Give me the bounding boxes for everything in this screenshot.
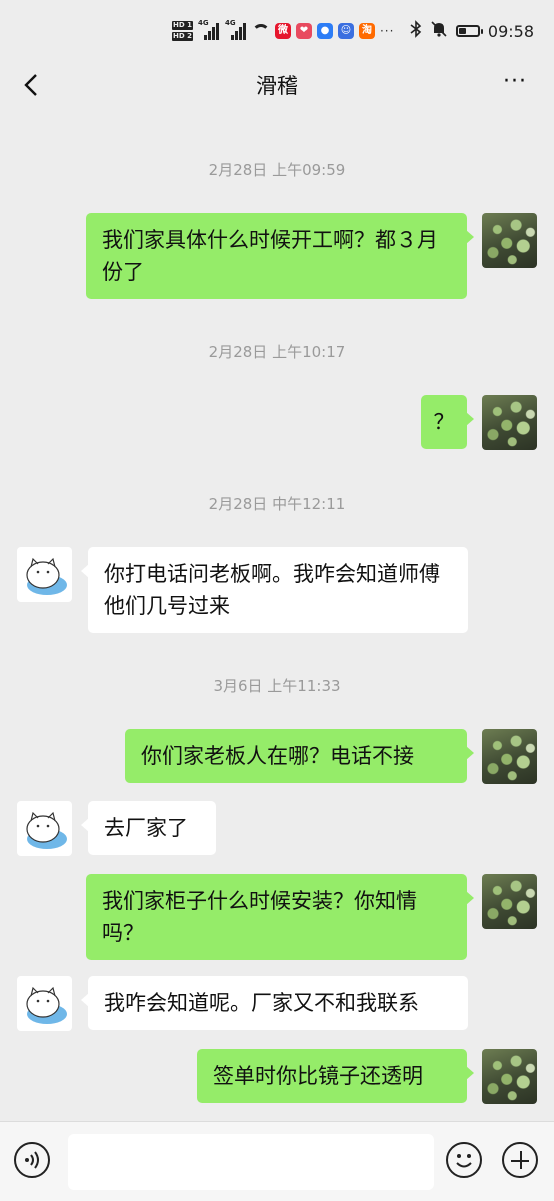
message-bubble[interactable]: 你们家老板人在哪？电话不接 [125,729,474,783]
status-bar: HD 1 HD 2 4G 4G 微 ❤ ● ☺ 淘 ··· 09:58 [0,0,554,60]
friend-avatar[interactable] [17,976,72,1031]
app-icon: ❤ [295,23,312,39]
my-avatar[interactable] [482,213,537,268]
my-avatar[interactable] [482,1049,537,1104]
bluetooth-icon [410,20,422,42]
chat-title: 滑稽 [256,74,298,98]
more-options-button[interactable]: ··· [500,71,530,96]
friend-avatar[interactable] [17,547,72,602]
voice-input-button[interactable] [14,1142,50,1178]
status-time: 09:58 [487,21,534,41]
timestamp: 3月6日 上午11:33 [213,677,341,695]
message-input[interactable] [68,1134,434,1190]
battery-icon [455,25,483,37]
status-left-icons: HD 1 HD 2 4G 4G 微 ❤ ● ☺ 淘 ··· [172,16,394,46]
timestamp: 2月28日 上午10:17 [208,343,346,361]
message-bubble[interactable]: 你打电话问老板啊。我咋会知道师傅他们几号过来 [81,547,468,633]
cat-avatar-icon [26,557,67,595]
cat-avatar-icon [26,986,67,1024]
hd1-label: HD 1 [172,21,193,30]
smiley-icon [456,1154,472,1168]
timestamp: 2月28日 上午09:59 [208,161,346,179]
mute-icon [430,20,448,42]
timestamp: 2月28日 中午12:11 [208,495,346,513]
chat-header: 滑稽 ··· [0,60,554,110]
message-bubble[interactable]: 我们家柜子什么时候安装？你知情吗？ [86,874,474,960]
friend-avatar[interactable] [17,801,72,856]
my-avatar[interactable] [482,395,537,450]
input-bar [0,1121,554,1201]
message-bubble[interactable]: 我咋会知道呢。厂家又不和我联系 [81,976,468,1030]
cat-avatar-icon [26,811,67,849]
wifi-icon [251,24,270,38]
network-1-label: 4G [197,19,209,27]
message-bubble[interactable]: 签单时你比镜子还透明 [197,1049,474,1103]
hd2-label: HD 2 [172,32,193,41]
signal-2-icon: 4G [224,19,247,40]
emoji-button[interactable] [446,1142,482,1178]
message-bubble[interactable]: 去厂家了 [81,801,216,855]
qq-icon: ● [316,23,333,39]
status-right-icons: 09:58 [410,18,534,44]
my-avatar[interactable] [482,729,537,784]
voice-icon [25,1151,39,1169]
hd-indicator: HD 1 HD 2 [172,20,193,42]
chat-app-icon: ☺ [337,23,354,39]
message-bubble[interactable]: ？ [421,395,474,449]
taobao-icon: 淘 [358,23,375,39]
network-2-label: 4G [224,19,236,27]
signal-1-icon: 4G [197,19,220,40]
more-functions-button[interactable] [502,1142,538,1178]
more-notifications: ··· [379,24,395,38]
message-bubble[interactable]: 我们家具体什么时候开工啊？都３月份了 [86,213,474,299]
weibo-icon: 微 [274,23,291,39]
my-avatar[interactable] [482,874,537,929]
